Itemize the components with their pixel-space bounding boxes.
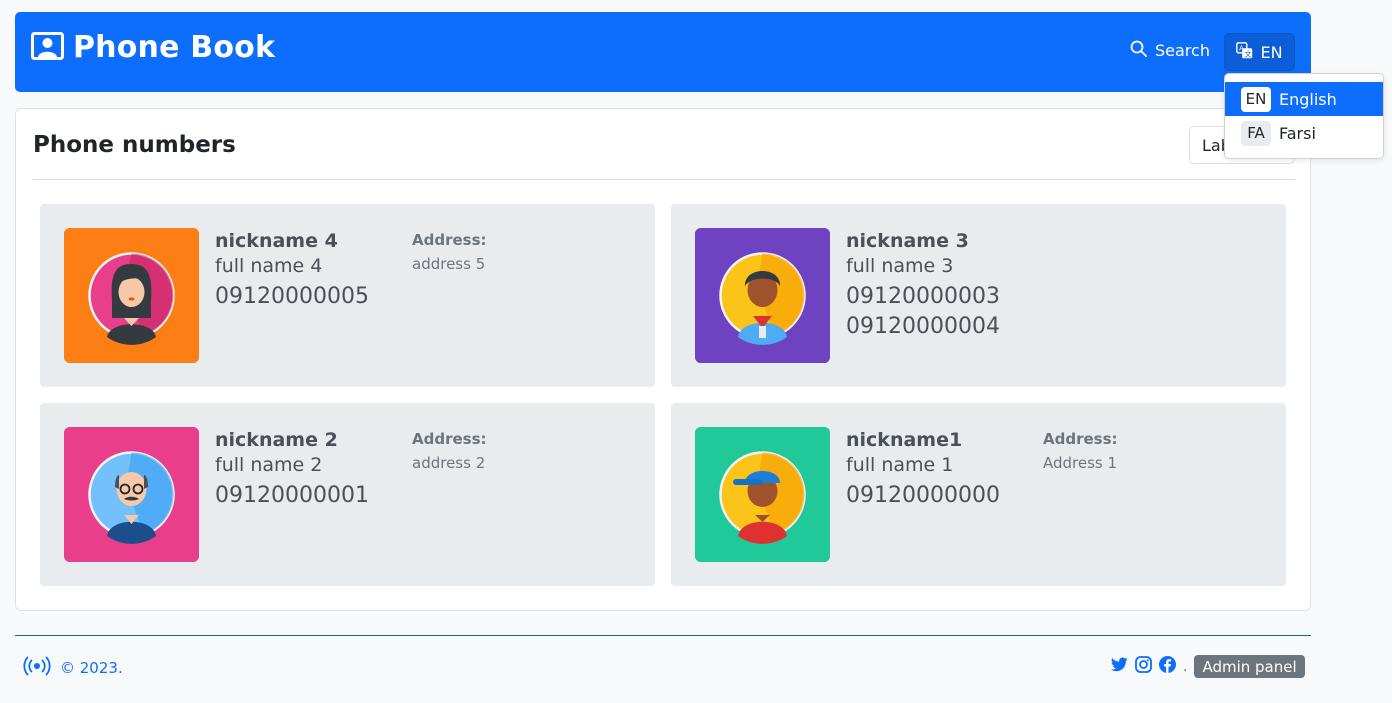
instagram-icon[interactable] — [1135, 656, 1152, 677]
avatar — [695, 228, 830, 363]
search-link[interactable]: Search — [1130, 40, 1210, 61]
avatar — [695, 427, 830, 562]
contact-book-icon — [31, 31, 64, 64]
svg-text:A: A — [1239, 44, 1244, 52]
address-label: Address: — [412, 430, 487, 448]
language-option-label: Farsi — [1279, 123, 1316, 143]
admin-panel-link[interactable]: Admin panel — [1194, 655, 1305, 678]
language-code: EN — [1260, 42, 1283, 62]
contact-full-name: full name 3 — [846, 255, 954, 277]
divider — [33, 179, 1295, 180]
twitter-icon[interactable] — [1110, 657, 1128, 676]
search-label: Search — [1155, 41, 1210, 60]
contact-nickname: nickname 2 — [215, 429, 338, 451]
contact-nickname: nickname 4 — [215, 230, 338, 252]
contact-card[interactable]: nickname 4 full name 4 09120000005 Addre… — [40, 204, 655, 387]
cap-boy-avatar-icon — [695, 427, 830, 562]
contact-card[interactable]: nickname 2 full name 2 09120000001 Addre… — [40, 403, 655, 586]
avatar — [64, 228, 199, 363]
contact-full-name: full name 2 — [215, 454, 323, 476]
contact-full-name: full name 1 — [846, 454, 954, 476]
footer-divider — [15, 635, 1311, 636]
avatar — [64, 427, 199, 562]
page-title: Phone numbers — [33, 132, 236, 158]
old-man-avatar-icon — [64, 427, 199, 562]
boy-avatar-icon — [695, 228, 830, 363]
footer-copyright: © 2023. — [22, 656, 123, 680]
contact-card[interactable]: nickname 3 full name 3 09120000003 09120… — [671, 204, 1286, 387]
contact-nickname: nickname 3 — [846, 230, 969, 252]
contact-phone[interactable]: 09120000003 — [846, 282, 1000, 312]
footer-links: . Admin panel — [1110, 655, 1305, 678]
address-label: Address: — [1043, 430, 1118, 448]
search-icon — [1130, 40, 1155, 61]
language-option-english[interactable]: EN English — [1225, 82, 1383, 116]
brand-title: Phone Book — [73, 30, 276, 65]
broadcast-icon — [22, 656, 60, 680]
contact-nickname: nickname1 — [846, 429, 963, 451]
brand[interactable]: Phone Book — [31, 30, 275, 65]
contact-phone[interactable]: 09120000004 — [846, 312, 1000, 342]
contact-phones: 09120000001 — [215, 481, 369, 511]
woman-avatar-icon — [64, 228, 199, 363]
contact-full-name: full name 4 — [215, 255, 323, 277]
separator-dot: . — [1183, 658, 1188, 675]
language-option-code: FA — [1241, 120, 1271, 146]
language-dropdown: EN English FA Farsi — [1224, 73, 1384, 159]
contact-address: address 2 — [412, 454, 486, 472]
contact-phones: 09120000005 — [215, 282, 369, 312]
navbar: Phone Book Search A 文 EN — [15, 12, 1311, 92]
translate-icon: A 文 — [1236, 41, 1253, 63]
contact-phone[interactable]: 09120000001 — [215, 481, 369, 511]
language-option-farsi[interactable]: FA Farsi — [1225, 116, 1383, 150]
contact-phone[interactable]: 09120000005 — [215, 282, 369, 312]
language-button[interactable]: A 文 EN — [1224, 33, 1295, 71]
contact-address: Address 1 — [1043, 454, 1118, 472]
contact-address: address 5 — [412, 255, 486, 273]
facebook-icon[interactable] — [1159, 656, 1176, 677]
contact-phones: 09120000000 — [846, 481, 1000, 511]
language-option-code: EN — [1241, 86, 1271, 112]
phone-numbers-card: Phone numbers Lab nickname 4 full name 4… — [15, 108, 1311, 611]
contact-card[interactable]: nickname1 full name 1 09120000000 Addres… — [671, 403, 1286, 586]
contact-phones: 09120000003 09120000004 — [846, 282, 1000, 342]
contact-phone[interactable]: 09120000000 — [846, 481, 1000, 511]
address-label: Address: — [412, 231, 487, 249]
copyright-text: © 2023. — [60, 659, 123, 677]
language-option-label: English — [1279, 89, 1337, 109]
svg-text:文: 文 — [1245, 49, 1252, 58]
